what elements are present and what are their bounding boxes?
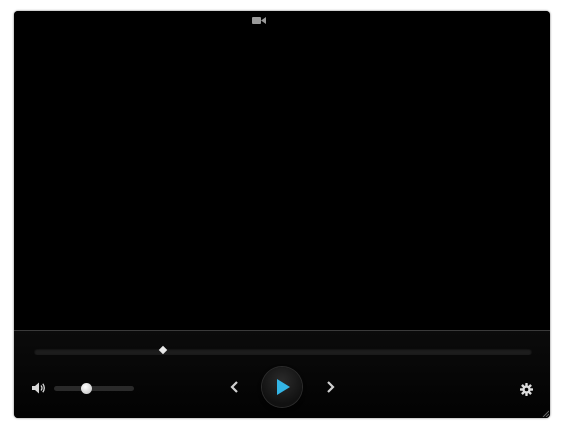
chevron-right-icon (327, 381, 335, 393)
next-button[interactable] (322, 379, 338, 395)
camera-icon (252, 17, 266, 24)
chevron-left-icon (230, 381, 238, 393)
video-player (14, 11, 550, 418)
play-icon (277, 379, 290, 395)
control-bar (14, 330, 550, 418)
gear-icon (520, 383, 533, 396)
volume-slider[interactable] (54, 383, 134, 394)
resize-grip-icon[interactable] (542, 410, 549, 417)
seek-bar[interactable] (34, 345, 532, 355)
previous-button[interactable] (227, 379, 243, 395)
play-button[interactable] (262, 367, 302, 407)
volume-thumb[interactable] (81, 383, 92, 394)
seek-thumb[interactable] (159, 345, 168, 355)
settings-button[interactable] (520, 381, 533, 396)
speaker-icon[interactable] (32, 382, 46, 394)
video-display[interactable] (14, 11, 550, 330)
